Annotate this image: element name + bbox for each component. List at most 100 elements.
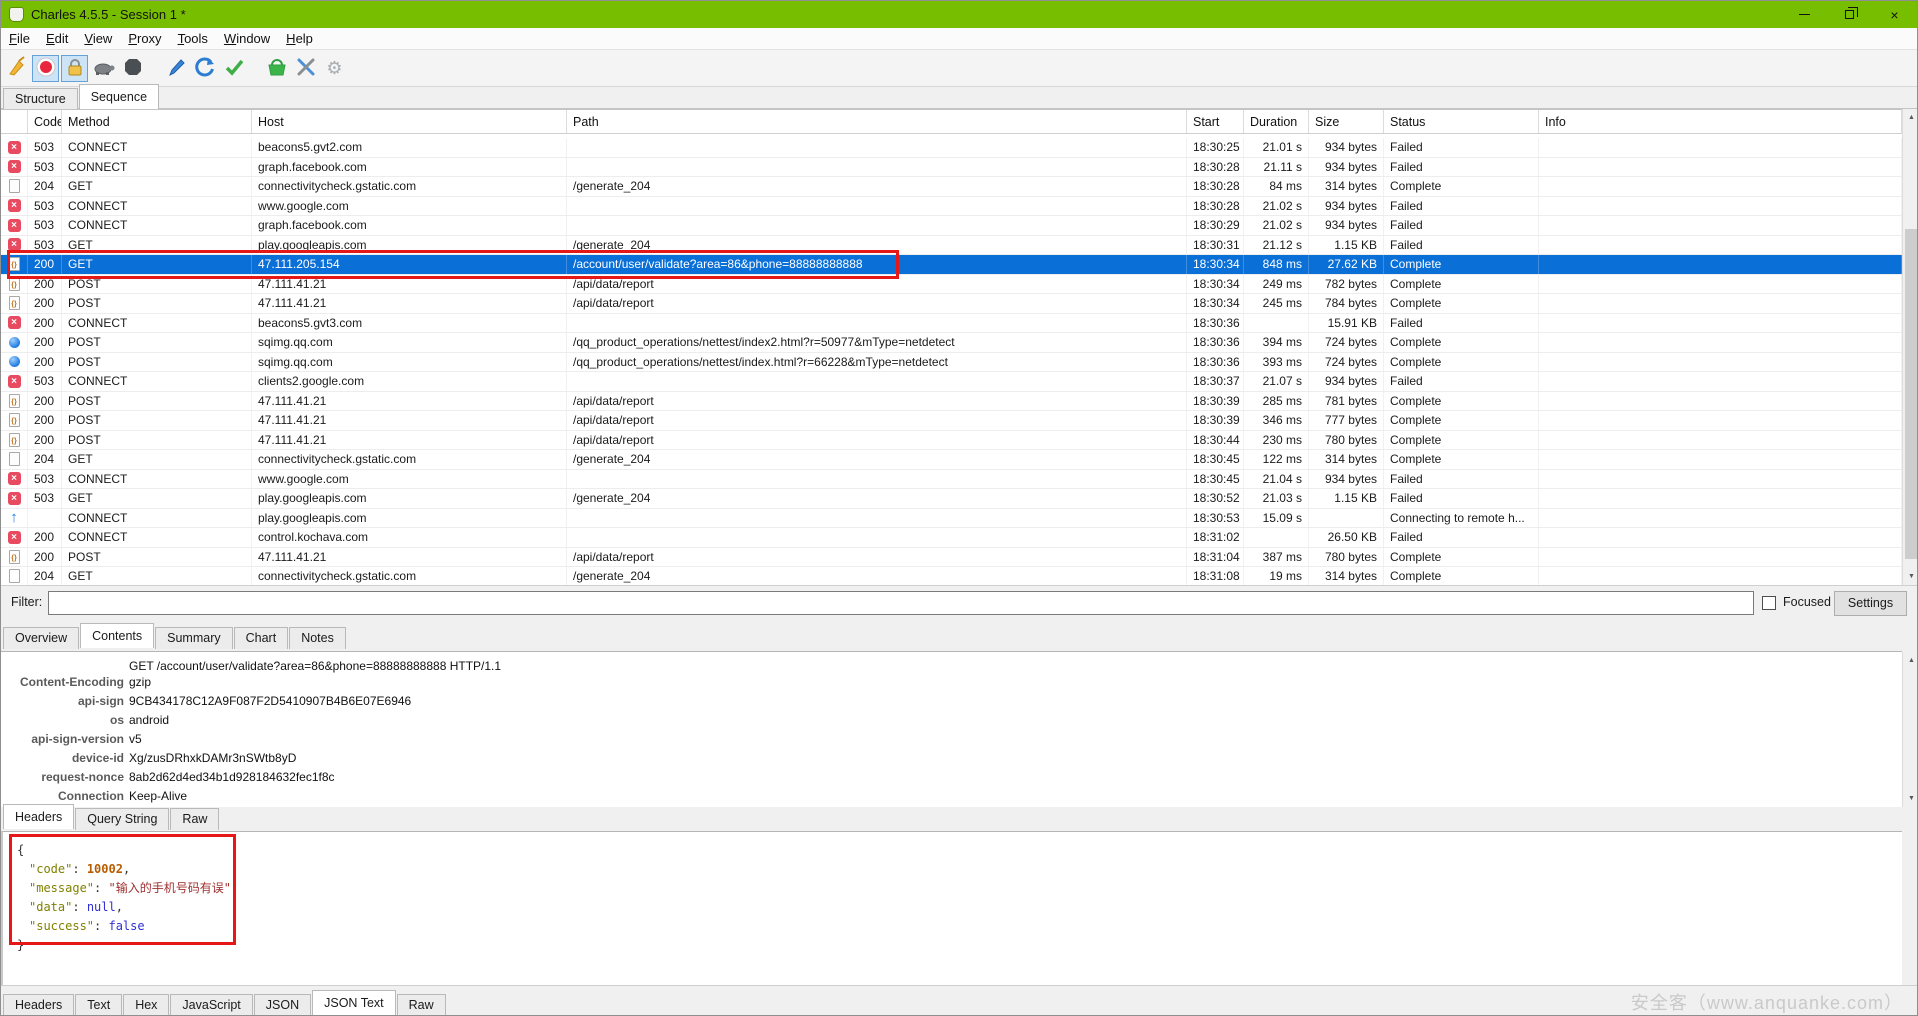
focused-checkbox[interactable] — [1762, 596, 1776, 610]
cell-status: Complete — [1384, 450, 1539, 469]
table-row[interactable]: 204 GET connectivitycheck.gstatic.com/gene… — [1, 450, 1902, 470]
lock-button[interactable] — [61, 54, 88, 82]
fail-icon: × — [7, 374, 21, 388]
menu-item-edit[interactable]: Edit — [38, 29, 76, 48]
table-row[interactable]: × 503 CONNECT beacons5.gvt2.com 18:30:25 21.0… — [1, 138, 1902, 158]
table-row[interactable]: × 200 CONNECT control.kochava.com 18:31:02 26… — [1, 528, 1902, 548]
menu-item-file[interactable]: File — [1, 29, 38, 48]
header-value: v5 — [129, 732, 142, 746]
request-tab-raw[interactable]: Raw — [170, 808, 220, 830]
cell-path — [567, 469, 1187, 488]
table-row[interactable]: × 503 CONNECT graph.facebook.com 18:30:28 21.… — [1, 157, 1902, 177]
request-tab-headers[interactable]: Headers — [3, 804, 75, 829]
filter-input[interactable] — [48, 591, 1754, 615]
tab-overview[interactable]: Overview — [3, 627, 80, 649]
column-header-host[interactable]: Host — [252, 110, 567, 133]
request-tab-query-string[interactable]: Query String — [75, 808, 170, 830]
table-scrollbar[interactable]: ▲ ▼ — [1902, 109, 1917, 585]
response-tab-raw[interactable]: Raw — [396, 994, 446, 1015]
table-row[interactable]: × 503 CONNECT www.google.com 18:30:28 21.02 s… — [1, 196, 1902, 216]
table-row[interactable]: × 503 GET play.googleapis.com/generate_204 1… — [1, 489, 1902, 509]
table-row[interactable]: ↑ CONNECT play.googleapis.com 18:30:53 15.09… — [1, 508, 1902, 528]
cell-path: /api/data/report — [567, 274, 1187, 293]
stop-icon — [122, 56, 144, 81]
basket-button[interactable] — [263, 55, 290, 82]
column-header-icon[interactable] — [1, 110, 28, 133]
column-header-code[interactable]: Code — [28, 110, 62, 133]
cell-code: 503 — [28, 469, 62, 488]
header-name: api-sign — [77, 694, 124, 708]
gear-icon: ⚙ — [326, 58, 343, 78]
tools-button[interactable] — [292, 55, 319, 82]
menu-item-tools[interactable]: Tools — [170, 29, 216, 48]
menu-item-view[interactable]: View — [76, 29, 120, 48]
cell-start: 18:31:02 — [1187, 528, 1244, 547]
table-row[interactable]: 200 POST sqimg.qq.com/qq_product_operation… — [1, 352, 1902, 372]
table-row[interactable]: × 503 CONNECT clients2.google.com 18:30:37 21… — [1, 372, 1902, 392]
table-row[interactable]: {} 200 POST 47.111.41.21/api/data/report 18:… — [1, 430, 1902, 450]
column-header-method[interactable]: Method — [62, 110, 252, 133]
refresh-button[interactable] — [191, 55, 218, 82]
table-row[interactable]: 200 POST sqimg.qq.com/qq_product_operation… — [1, 333, 1902, 353]
cell-size: 934 bytes — [1309, 469, 1384, 488]
tab-notes[interactable]: Notes — [289, 627, 346, 649]
table-row[interactable]: {} 200 POST 47.111.41.21/api/data/report 18:… — [1, 411, 1902, 431]
menu-item-proxy[interactable]: Proxy — [120, 29, 169, 48]
table-row[interactable]: {} 200 POST 47.111.41.21/api/data/report 18:… — [1, 547, 1902, 567]
table-row[interactable]: × 503 CONNECT graph.facebook.com 18:30:29 21.… — [1, 216, 1902, 236]
minimize-button[interactable] — [1782, 1, 1827, 28]
column-header-start[interactable]: Start — [1187, 110, 1244, 133]
tab-sequence[interactable]: Sequence — [78, 84, 160, 109]
tab-structure[interactable]: Structure — [3, 88, 78, 110]
table-row[interactable]: {} 200 POST 47.111.41.21/api/data/report 18:… — [1, 294, 1902, 314]
cell-path: /generate_204 — [567, 235, 1187, 254]
gear-button[interactable]: ⚙ — [321, 55, 348, 82]
broom-button[interactable] — [3, 55, 30, 82]
cell-host: 47.111.41.21 — [252, 274, 567, 293]
scroll-down-icon[interactable]: ▼ — [1903, 790, 1917, 807]
tab-summary[interactable]: Summary — [155, 627, 233, 649]
stop-button[interactable] — [119, 55, 146, 82]
response-tab-headers[interactable]: Headers — [3, 994, 75, 1015]
tab-contents[interactable]: Contents — [80, 623, 155, 648]
turtle-button[interactable] — [90, 55, 117, 82]
table-row[interactable]: × 503 GET play.googleapis.com/generate_204 1… — [1, 235, 1902, 255]
cell-path: /qq_product_operations/nettest/index2.ht… — [567, 333, 1187, 352]
fail-icon: × — [7, 218, 21, 232]
table-row[interactable]: 204 GET connectivitycheck.gstatic.com/gene… — [1, 567, 1902, 585]
scroll-up-icon[interactable]: ▲ — [1903, 109, 1917, 126]
scroll-down-icon[interactable]: ▼ — [1903, 568, 1917, 585]
table-row[interactable]: × 503 CONNECT www.google.com 18:30:45 21.04 s… — [1, 469, 1902, 489]
close-button[interactable]: × — [1872, 1, 1917, 28]
pen-button[interactable] — [162, 55, 189, 82]
response-tab-hex[interactable]: Hex — [123, 994, 170, 1015]
column-header-status[interactable]: Status — [1384, 110, 1539, 133]
table-row[interactable]: {} 200 POST 47.111.41.21/api/data/report 18:… — [1, 391, 1902, 411]
cell-method: POST — [62, 274, 252, 293]
contents-scrollbar[interactable]: ▲ ▼ — [1902, 652, 1917, 807]
table-scrollbar-thumb[interactable] — [1905, 229, 1917, 559]
cell-icon: × — [1, 313, 28, 332]
table-row[interactable]: 204 GET connectivitycheck.gstatic.com/gene… — [1, 177, 1902, 197]
table-row[interactable]: {} 200 POST 47.111.41.21/api/data/report 18:… — [1, 274, 1902, 294]
cell-host: connectivitycheck.gstatic.com — [252, 567, 567, 585]
record-button[interactable] — [32, 54, 59, 82]
menu-item-window[interactable]: Window — [216, 29, 278, 48]
tab-chart[interactable]: Chart — [233, 627, 289, 649]
check-button[interactable] — [220, 55, 247, 82]
response-tab-javascript[interactable]: JavaScript — [170, 994, 253, 1015]
table-row[interactable]: {} 200 GET 47.111.205.154/account/user/vali… — [1, 255, 1902, 275]
response-tab-text[interactable]: Text — [75, 994, 123, 1015]
column-header-duration[interactable]: Duration — [1244, 110, 1309, 133]
column-header-path[interactable]: Path — [567, 110, 1187, 133]
restore-button[interactable] — [1827, 1, 1872, 28]
column-header-size[interactable]: Size — [1309, 110, 1384, 133]
menu-item-help[interactable]: Help — [278, 29, 321, 48]
response-tab-json[interactable]: JSON — [253, 994, 312, 1015]
settings-button[interactable]: Settings — [1834, 591, 1907, 616]
cell-code: 200 — [28, 528, 62, 547]
column-header-info[interactable]: Info — [1539, 110, 1902, 133]
response-tab-json-text[interactable]: JSON Text — [312, 990, 396, 1015]
table-row[interactable]: × 200 CONNECT beacons5.gvt3.com 18:30:36 15.9… — [1, 313, 1902, 333]
scroll-up-icon[interactable]: ▲ — [1903, 652, 1917, 669]
